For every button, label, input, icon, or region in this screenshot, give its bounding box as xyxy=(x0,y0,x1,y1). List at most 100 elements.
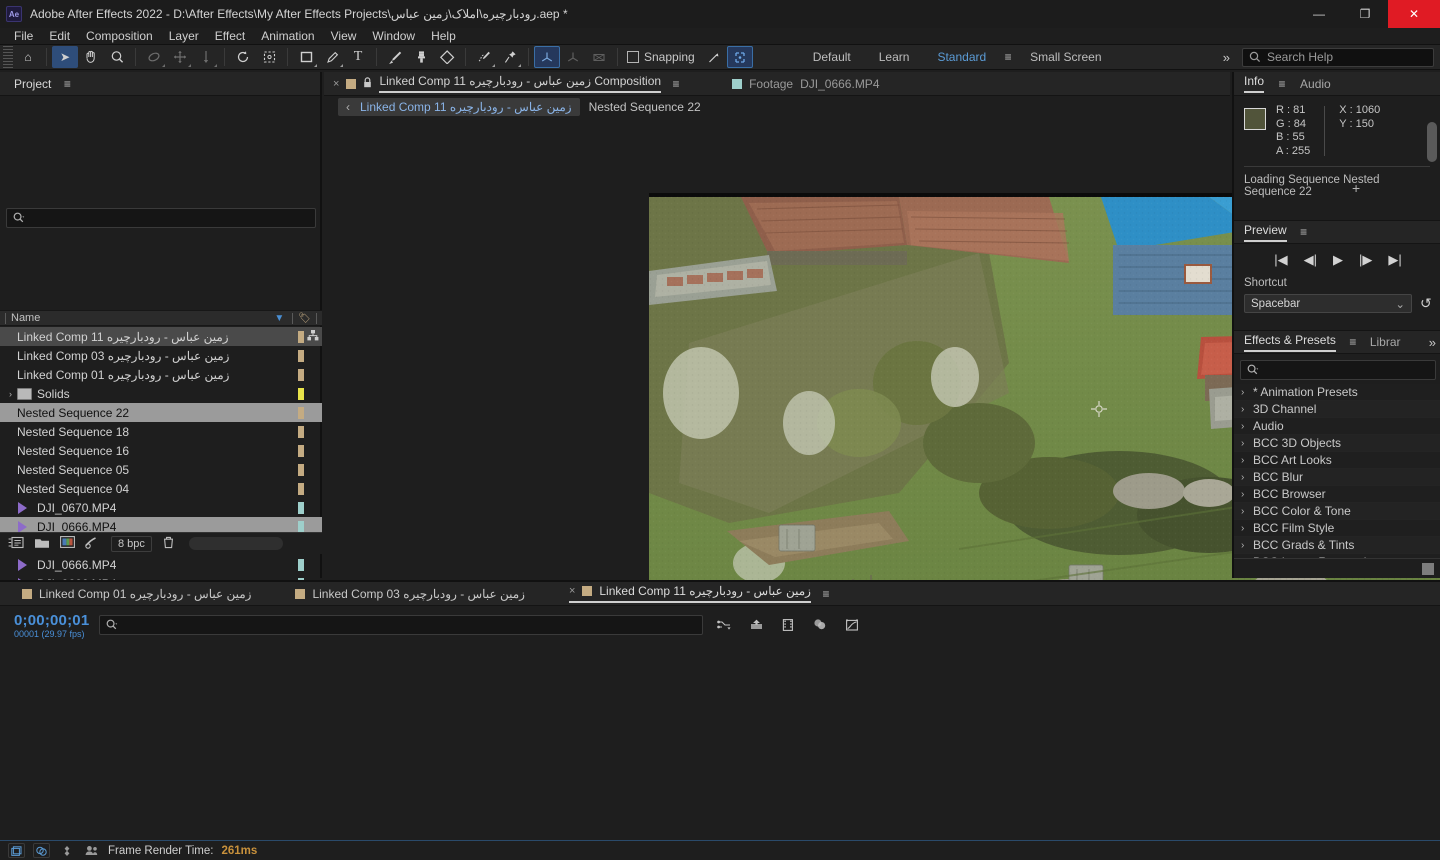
chevron-right-icon[interactable]: › xyxy=(1241,472,1253,483)
new-animation-preset-icon[interactable] xyxy=(1422,563,1434,575)
list-item[interactable]: زمین عباس - رودبارچیره Linked Comp 03 xyxy=(0,346,322,365)
home-icon[interactable]: ⌂ xyxy=(15,46,41,68)
chevron-right-icon[interactable]: › xyxy=(1241,455,1253,466)
workspace-small-screen[interactable]: Small Screen xyxy=(1016,50,1115,64)
workspace-default[interactable]: Default xyxy=(799,50,865,64)
tab-project[interactable]: Project xyxy=(14,77,51,91)
chevron-right-icon[interactable]: › xyxy=(1241,523,1253,534)
anchor-point-tool-icon[interactable] xyxy=(256,46,282,68)
label-color-swatch[interactable] xyxy=(298,349,304,362)
list-item[interactable]: › BCC Film Style xyxy=(1234,520,1440,537)
tab-audio[interactable]: Audio xyxy=(1300,77,1331,91)
tab-info[interactable]: Info xyxy=(1244,74,1265,93)
list-item[interactable]: زمین عباس - رودبارچیره Linked Comp 11 xyxy=(0,327,322,346)
label-color-swatch[interactable] xyxy=(298,425,304,438)
current-time-display[interactable]: 0;00;00;01 00001 (29.97 fps) xyxy=(14,612,89,639)
puppet-pin-tool-icon[interactable] xyxy=(497,46,523,68)
minimize-button[interactable]: — xyxy=(1296,0,1342,28)
type-tool-icon[interactable]: T xyxy=(345,46,371,68)
effects-panel-menu-icon[interactable]: ≡ xyxy=(1345,335,1361,349)
snapping-toggle[interactable]: Snapping xyxy=(627,50,695,64)
composition-panel-menu-icon[interactable]: ≡ xyxy=(668,77,684,91)
tab-preview[interactable]: Preview xyxy=(1244,223,1287,242)
selection-tool-icon[interactable]: ➤ xyxy=(52,46,78,68)
label-color-swatch[interactable] xyxy=(298,482,304,495)
label-color-swatch[interactable] xyxy=(298,387,304,400)
label-color-swatch[interactable] xyxy=(298,406,304,419)
list-item[interactable]: › Audio xyxy=(1234,418,1440,435)
new-folder-icon[interactable] xyxy=(34,536,50,552)
last-frame-button[interactable]: ▶| xyxy=(1388,252,1401,268)
hand-tool-icon[interactable] xyxy=(78,46,104,68)
play-button[interactable]: ▶ xyxy=(1333,252,1343,268)
breadcrumb-current-comp[interactable]: زمین عباس - رودبارچیره Linked Comp 11 ‹ xyxy=(338,98,580,116)
new-composition-icon[interactable] xyxy=(60,536,75,551)
breadcrumb-nested-comp[interactable]: Nested Sequence 22 xyxy=(589,100,701,114)
menu-file[interactable]: File xyxy=(6,28,41,44)
chevron-right-icon[interactable]: › xyxy=(1241,540,1253,551)
list-item[interactable]: › BCC 3D Objects xyxy=(1234,435,1440,452)
orbit-tool-icon[interactable] xyxy=(141,46,167,68)
maximize-button[interactable]: ❐ xyxy=(1342,0,1388,28)
clone-stamp-tool-icon[interactable] xyxy=(408,46,434,68)
menu-help[interactable]: Help xyxy=(423,28,464,44)
preview-panel-menu-icon[interactable]: ≡ xyxy=(1296,225,1312,239)
next-frame-button[interactable]: |▶ xyxy=(1359,252,1372,268)
list-item[interactable]: › 3D Channel xyxy=(1234,401,1440,418)
label-color-swatch[interactable] xyxy=(298,558,304,571)
world-axis-icon[interactable] xyxy=(560,46,586,68)
menu-edit[interactable]: Edit xyxy=(41,28,78,44)
label-color-swatch[interactable] xyxy=(298,444,304,457)
snap-bounds-icon[interactable] xyxy=(726,46,753,68)
tab-footage-prefix[interactable]: Footage xyxy=(749,77,793,91)
close-tab-icon[interactable]: × xyxy=(569,585,575,597)
timeline-panel-menu-icon[interactable]: ≡ xyxy=(818,587,834,601)
timeline-tab[interactable]: زمین عباس - رودبارچیره Linked Comp 01 xyxy=(22,587,251,601)
render-queue-icon[interactable] xyxy=(8,843,25,858)
project-search-input[interactable] xyxy=(6,208,316,228)
tab-effects-presets[interactable]: Effects & Presets xyxy=(1244,333,1336,352)
project-footer-pill[interactable] xyxy=(188,537,283,550)
effects-overflow-icon[interactable]: » xyxy=(1421,335,1440,350)
list-item[interactable]: › * Animation Presets xyxy=(1234,384,1440,401)
label-color-swatch[interactable] xyxy=(298,330,304,343)
menu-window[interactable]: Window xyxy=(364,28,423,44)
list-item[interactable]: › BCC Blur xyxy=(1234,469,1440,486)
list-item[interactable]: زمین عباس - رودبارچیره Linked Comp 01 xyxy=(0,365,322,384)
workspace-overflow-icon[interactable]: » xyxy=(1215,50,1238,65)
rotation-tool-icon[interactable] xyxy=(230,46,256,68)
shape-tool-icon[interactable] xyxy=(293,46,319,68)
shortcut-dropdown[interactable]: Spacebar ⌄ xyxy=(1244,294,1412,313)
draft-3d-icon[interactable] xyxy=(745,615,767,635)
snapping-checkbox[interactable] xyxy=(627,51,639,63)
list-item[interactable]: › BCC Art Looks xyxy=(1234,452,1440,469)
dolly-tool-icon[interactable] xyxy=(193,46,219,68)
roto-brush-tool-icon[interactable] xyxy=(471,46,497,68)
search-help-input[interactable]: Search Help xyxy=(1242,47,1434,67)
label-color-swatch[interactable] xyxy=(298,368,304,381)
workspace-menu-icon[interactable]: ≡ xyxy=(1000,50,1016,64)
snap-vertex-icon[interactable] xyxy=(701,46,727,68)
chevron-right-icon[interactable]: › xyxy=(1241,404,1253,415)
project-settings-icon[interactable] xyxy=(85,536,101,552)
menu-animation[interactable]: Animation xyxy=(253,28,322,44)
breadcrumb-chevron-icon[interactable]: ‹ xyxy=(346,100,350,114)
menu-composition[interactable]: Composition xyxy=(78,28,161,44)
column-name-label[interactable]: Name xyxy=(11,312,40,324)
hide-shy-layers-icon[interactable] xyxy=(777,615,799,635)
timeline-search-input[interactable] xyxy=(99,615,704,635)
adobe-media-encoder-icon[interactable] xyxy=(33,843,50,858)
chevron-right-icon[interactable]: › xyxy=(1241,506,1253,517)
list-item[interactable]: › Solids xyxy=(0,384,322,403)
view-axis-icon[interactable] xyxy=(586,46,612,68)
list-item[interactable]: Nested Sequence 18 xyxy=(0,422,322,441)
composition-mini-flowchart-icon[interactable] xyxy=(713,615,735,635)
close-button[interactable]: ✕ xyxy=(1388,0,1440,28)
menu-layer[interactable]: Layer xyxy=(161,28,207,44)
puppet-icon[interactable] xyxy=(58,843,75,858)
previous-frame-button[interactable]: ◀| xyxy=(1304,252,1317,268)
local-axis-icon[interactable] xyxy=(534,46,560,68)
list-item[interactable]: Nested Sequence 04 xyxy=(0,479,322,498)
graph-editor-icon[interactable] xyxy=(841,615,863,635)
info-panel-menu-icon[interactable]: ≡ xyxy=(1274,77,1290,91)
